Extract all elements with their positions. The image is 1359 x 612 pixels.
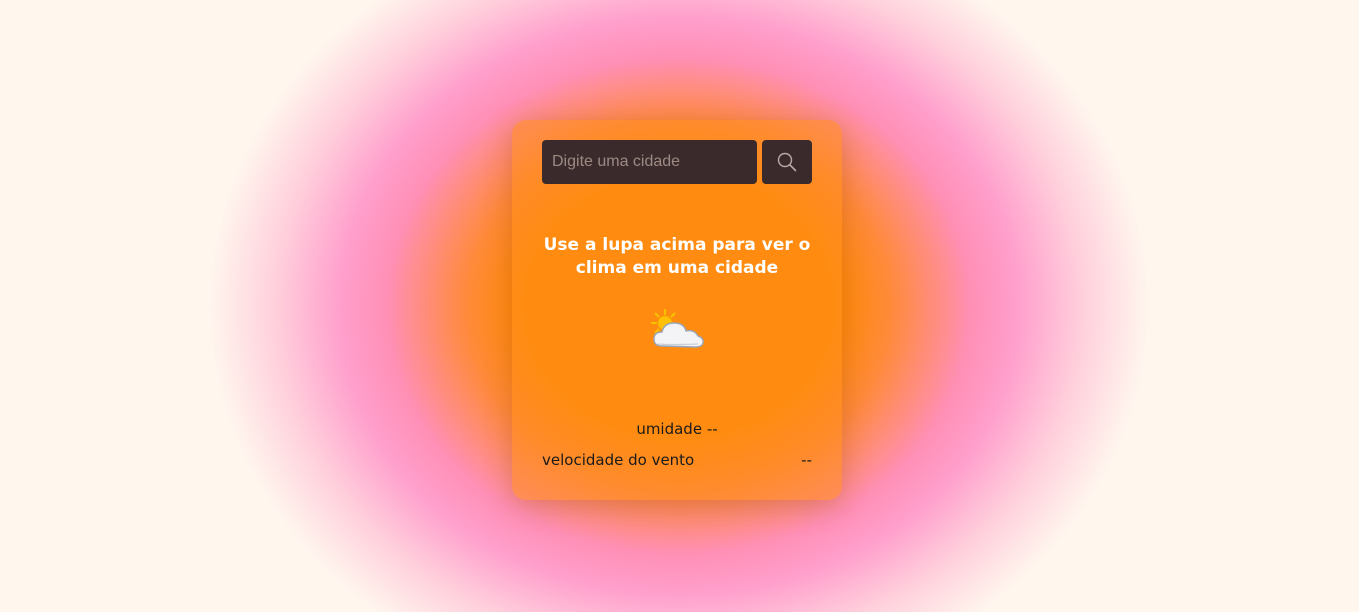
search-icon bbox=[777, 152, 797, 172]
sun-behind-cloud-icon bbox=[651, 309, 704, 348]
search-button[interactable] bbox=[762, 140, 812, 184]
wind-row: velocidade do vento -- bbox=[542, 451, 812, 469]
wind-label: velocidade do vento bbox=[542, 451, 695, 469]
humidity-value: -- bbox=[706, 420, 718, 438]
search-row bbox=[542, 140, 812, 184]
city-search-input[interactable] bbox=[542, 140, 757, 184]
weather-card: Use a lupa acima para ver o clima em uma… bbox=[512, 120, 842, 500]
humidity-label: umidade bbox=[636, 420, 703, 438]
humidity-row: umidade -- bbox=[512, 420, 842, 438]
wind-value: -- bbox=[801, 451, 812, 469]
instruction-message: Use a lupa acima para ver o clima em uma… bbox=[543, 235, 811, 278]
